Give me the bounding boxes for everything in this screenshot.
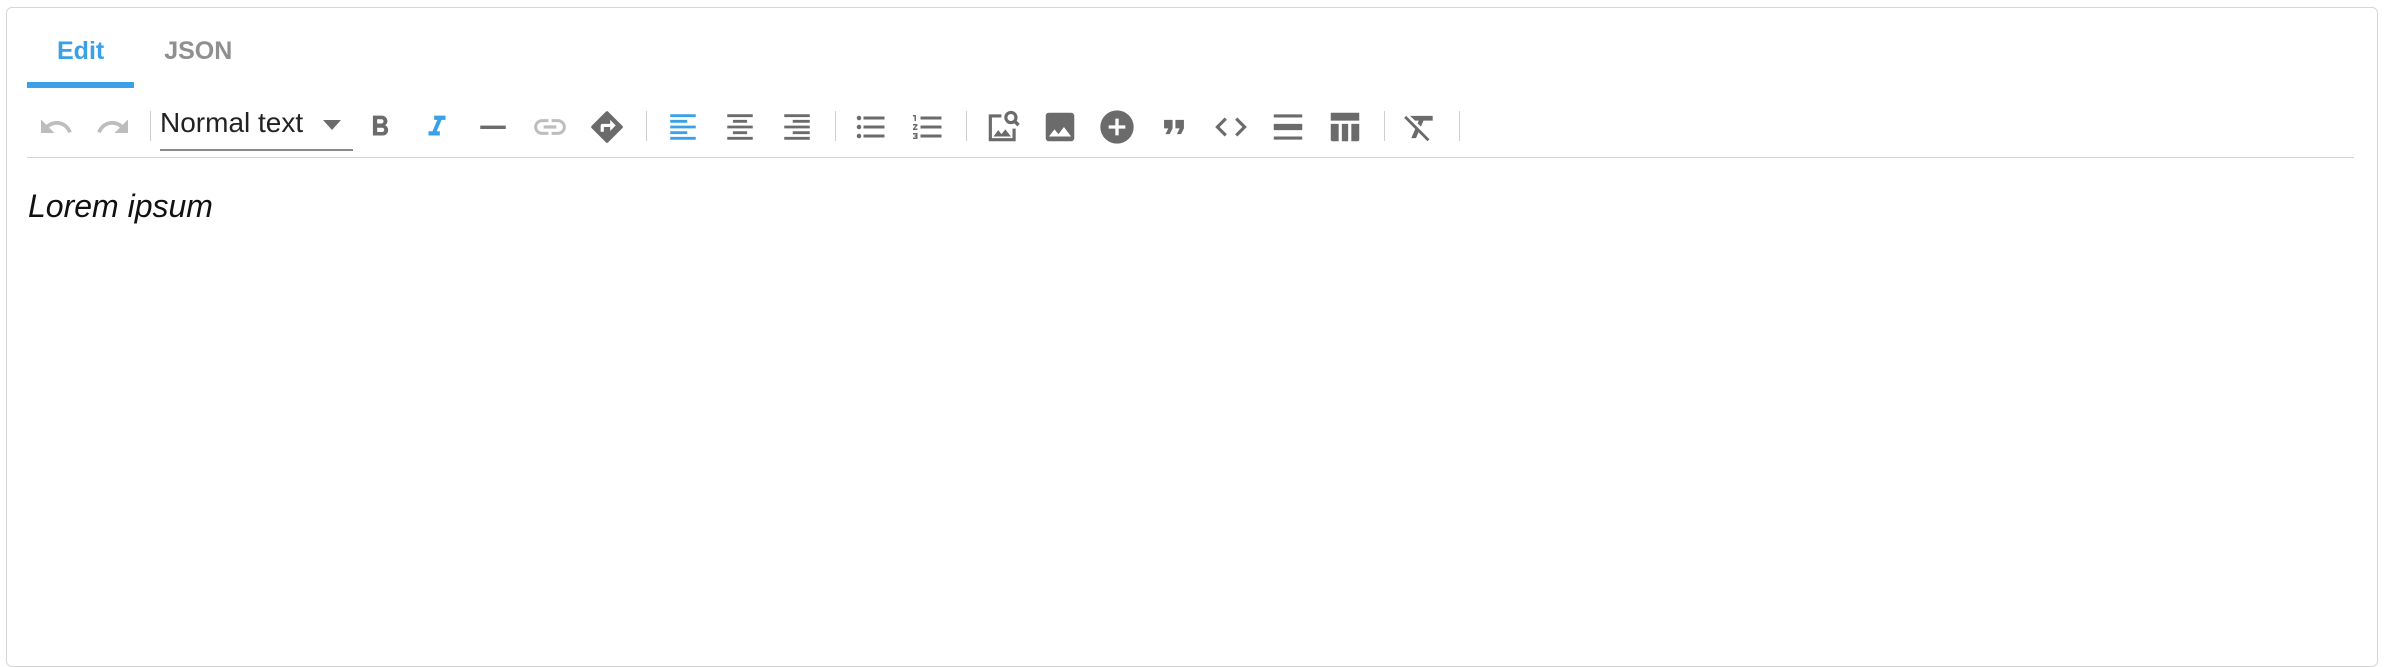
toolbar-separator [966, 111, 967, 141]
numbered-list-icon[interactable] [906, 105, 950, 149]
table-icon[interactable] [1323, 105, 1367, 149]
toolbar-separator [835, 111, 836, 141]
tab-json[interactable]: JSON [134, 28, 262, 88]
editor-content[interactable]: Lorem ipsum [28, 188, 213, 225]
toolbar-separator [1459, 111, 1460, 141]
add-icon[interactable] [1095, 105, 1139, 149]
redo-icon[interactable] [91, 105, 135, 149]
toolbar-separator [646, 111, 647, 141]
bulleted-list-icon[interactable] [849, 105, 893, 149]
asset-search-icon[interactable] [981, 105, 1025, 149]
italic-icon[interactable] [415, 105, 459, 149]
block-type-label: Normal text [160, 107, 304, 138]
editor-tabs: Edit JSON [27, 28, 262, 88]
toolbar-separator [150, 111, 151, 141]
block-type-dropdown[interactable]: Normal text [160, 99, 353, 151]
align-left-icon[interactable] [661, 105, 705, 149]
code-icon[interactable] [1209, 105, 1253, 149]
link-icon[interactable] [528, 105, 572, 149]
clear-formatting-icon[interactable] [1398, 105, 1442, 149]
align-center-icon[interactable] [718, 105, 762, 149]
chevron-down-icon [323, 117, 341, 135]
strikethrough-icon[interactable] [471, 105, 515, 149]
align-right-icon[interactable] [775, 105, 819, 149]
blockquote-icon[interactable] [1152, 105, 1196, 149]
bold-icon[interactable] [358, 105, 402, 149]
undo-icon[interactable] [34, 105, 78, 149]
tab-edit[interactable]: Edit [27, 28, 135, 88]
image-icon[interactable] [1038, 105, 1082, 149]
editor-toolbar: Normal text [27, 97, 2354, 158]
toolbar-separator [1384, 111, 1385, 141]
horizontal-rule-icon[interactable] [1266, 105, 1310, 149]
redirect-icon[interactable] [585, 105, 629, 149]
